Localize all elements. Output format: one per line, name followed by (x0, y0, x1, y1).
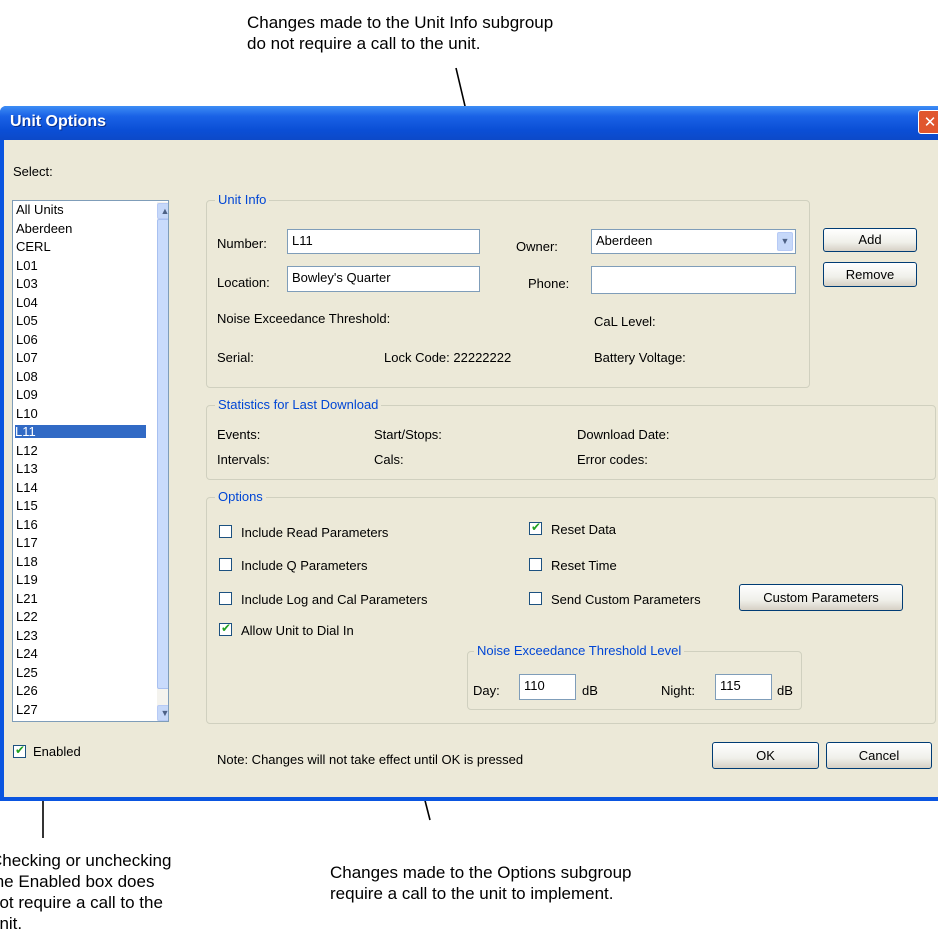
include-log-cal-checkbox[interactable] (219, 592, 232, 605)
unit-list-item[interactable]: L06 (16, 333, 38, 346)
reset-data-label: Reset Data (551, 522, 617, 537)
unit-list-item[interactable]: L22 (16, 610, 38, 623)
day-threshold-input[interactable]: 110 (519, 674, 576, 700)
unit-list-item[interactable]: L25 (16, 666, 38, 679)
phone-label: Phone: (528, 276, 570, 291)
location-label: Location: (217, 275, 270, 290)
threshold-level-title: Noise Exceedance Threshold Level (474, 644, 685, 658)
add-button[interactable]: Add (823, 228, 917, 252)
dialog-client-area: Select: All Units Aberdeen CERL L01 L03 L04 L0… (4, 140, 938, 797)
unit-list-item[interactable]: L07 (16, 351, 38, 364)
enabled-checkbox[interactable]: ✔ (13, 743, 26, 758)
unit-list-item[interactable]: L05 (16, 314, 38, 327)
remove-button[interactable]: Remove (823, 262, 917, 287)
allow-dial-in-label: Allow Unit to Dial In (241, 623, 354, 638)
reset-data-check-mark: ✔ (531, 520, 542, 534)
unit-list-item[interactable]: L12 (16, 444, 38, 457)
cal-level-label: CaL Level: (594, 314, 656, 329)
unit-list-item[interactable]: L10 (16, 407, 38, 420)
scroll-down-icon[interactable]: ▼ (157, 705, 168, 721)
close-icon[interactable]: ✕ (918, 110, 938, 134)
cancel-button[interactable]: Cancel (826, 742, 932, 769)
phone-input[interactable] (591, 266, 796, 294)
unit-list-item[interactable]: L03 (16, 277, 38, 290)
include-q-checkbox[interactable] (219, 558, 232, 571)
include-read-label: Include Read Parameters (241, 525, 389, 540)
scroll-thumb[interactable] (157, 219, 168, 689)
unit-list-item[interactable]: L17 (16, 536, 38, 549)
allow-dial-in-checkbox[interactable]: ✔ (219, 621, 232, 636)
statistics-group: Statistics for Last Download (206, 398, 936, 480)
ok-button[interactable]: OK (712, 742, 819, 769)
scroll-up-icon[interactable]: ▲ (157, 203, 168, 219)
unit-list-item[interactable]: L01 (16, 259, 38, 272)
unit-options-dialog: Unit Options ✕ Select: All Units Aberdeen… (0, 106, 938, 801)
chevron-down-icon[interactable]: ▼ (777, 232, 793, 251)
battery-voltage-label: Battery Voltage: (594, 350, 686, 365)
intervals-label: Intervals: (217, 452, 270, 467)
lock-code-label: Lock Code: 22222222 (384, 350, 512, 365)
number-input[interactable]: L11 (287, 229, 480, 254)
enabled-check-mark: ✔ (15, 743, 26, 757)
statistics-title: Statistics for Last Download (215, 398, 382, 412)
cals-label: Cals: (374, 452, 404, 467)
include-read-checkbox[interactable] (219, 525, 232, 538)
unit-list-item[interactable]: L23 (16, 629, 38, 642)
unit-list-item[interactable]: L13 (16, 462, 38, 475)
unit-list-item[interactable]: L18 (16, 555, 38, 568)
start-stops-label: Start/Stops: (374, 427, 442, 442)
include-q-label: Include Q Parameters (241, 558, 368, 573)
day-db-unit: dB (582, 683, 598, 698)
download-date-label: Download Date: (577, 427, 670, 442)
unit-info-title: Unit Info (215, 193, 270, 207)
dialog-title: Unit Options (10, 113, 106, 130)
night-db-unit: dB (777, 683, 793, 698)
location-input[interactable]: Bowley's Quarter (287, 266, 480, 292)
unit-list-item[interactable]: L08 (16, 370, 38, 383)
unit-list-item[interactable]: L26 (16, 684, 38, 697)
reset-data-checkbox[interactable]: ✔ (529, 520, 542, 535)
note-text: Note: Changes will not take effect until… (217, 752, 524, 767)
unit-list-scrollbar[interactable]: ▲ ▼ (157, 202, 168, 721)
unit-list-item[interactable]: CERL (16, 240, 51, 253)
select-label: Select: (13, 164, 53, 179)
title-bar[interactable]: Unit Options ✕ (0, 106, 938, 140)
noise-threshold-label: Noise Exceedance Threshold: (217, 311, 391, 326)
error-codes-label: Error codes: (577, 452, 648, 467)
send-custom-checkbox[interactable] (529, 592, 542, 605)
unit-list-item[interactable]: L11 (15, 425, 146, 438)
unit-list-item[interactable]: L24 (16, 647, 38, 660)
unit-list-item[interactable]: L27 (16, 703, 38, 716)
unit-list-item[interactable]: L19 (16, 573, 38, 586)
unit-list-item[interactable]: L16 (16, 518, 38, 531)
enabled-label: Enabled (33, 744, 81, 759)
allow-dial-in-check-mark: ✔ (221, 621, 232, 635)
options-title: Options (215, 490, 266, 504)
unit-list-item[interactable]: L15 (16, 499, 38, 512)
events-label: Events: (217, 427, 261, 442)
serial-label: Serial: (217, 350, 254, 365)
owner-label: Owner: (516, 239, 558, 254)
night-threshold-input[interactable]: 115 (715, 674, 772, 700)
number-label: Number: (217, 236, 267, 251)
reset-time-checkbox[interactable] (529, 558, 542, 571)
owner-dropdown[interactable]: Aberdeen ▼ (591, 229, 796, 254)
unit-list-item[interactable]: L14 (16, 481, 38, 494)
include-log-cal-label: Include Log and Cal Parameters (241, 592, 428, 607)
unit-listbox[interactable]: All Units Aberdeen CERL L01 L03 L04 L05 L06 L07 L… (12, 200, 169, 722)
night-label: Night: (661, 683, 695, 698)
unit-list-item[interactable]: L09 (16, 388, 38, 401)
unit-list-item[interactable]: Aberdeen (16, 222, 72, 235)
unit-list-item[interactable]: All Units (16, 203, 64, 216)
send-custom-label: Send Custom Parameters (551, 592, 701, 607)
day-label: Day: (473, 683, 500, 698)
unit-list-item[interactable]: L21 (16, 592, 38, 605)
unit-list-item[interactable]: L04 (16, 296, 38, 309)
custom-parameters-button[interactable]: Custom Parameters (739, 584, 903, 611)
reset-time-label: Reset Time (551, 558, 617, 573)
owner-dropdown-value: Aberdeen (596, 233, 653, 248)
